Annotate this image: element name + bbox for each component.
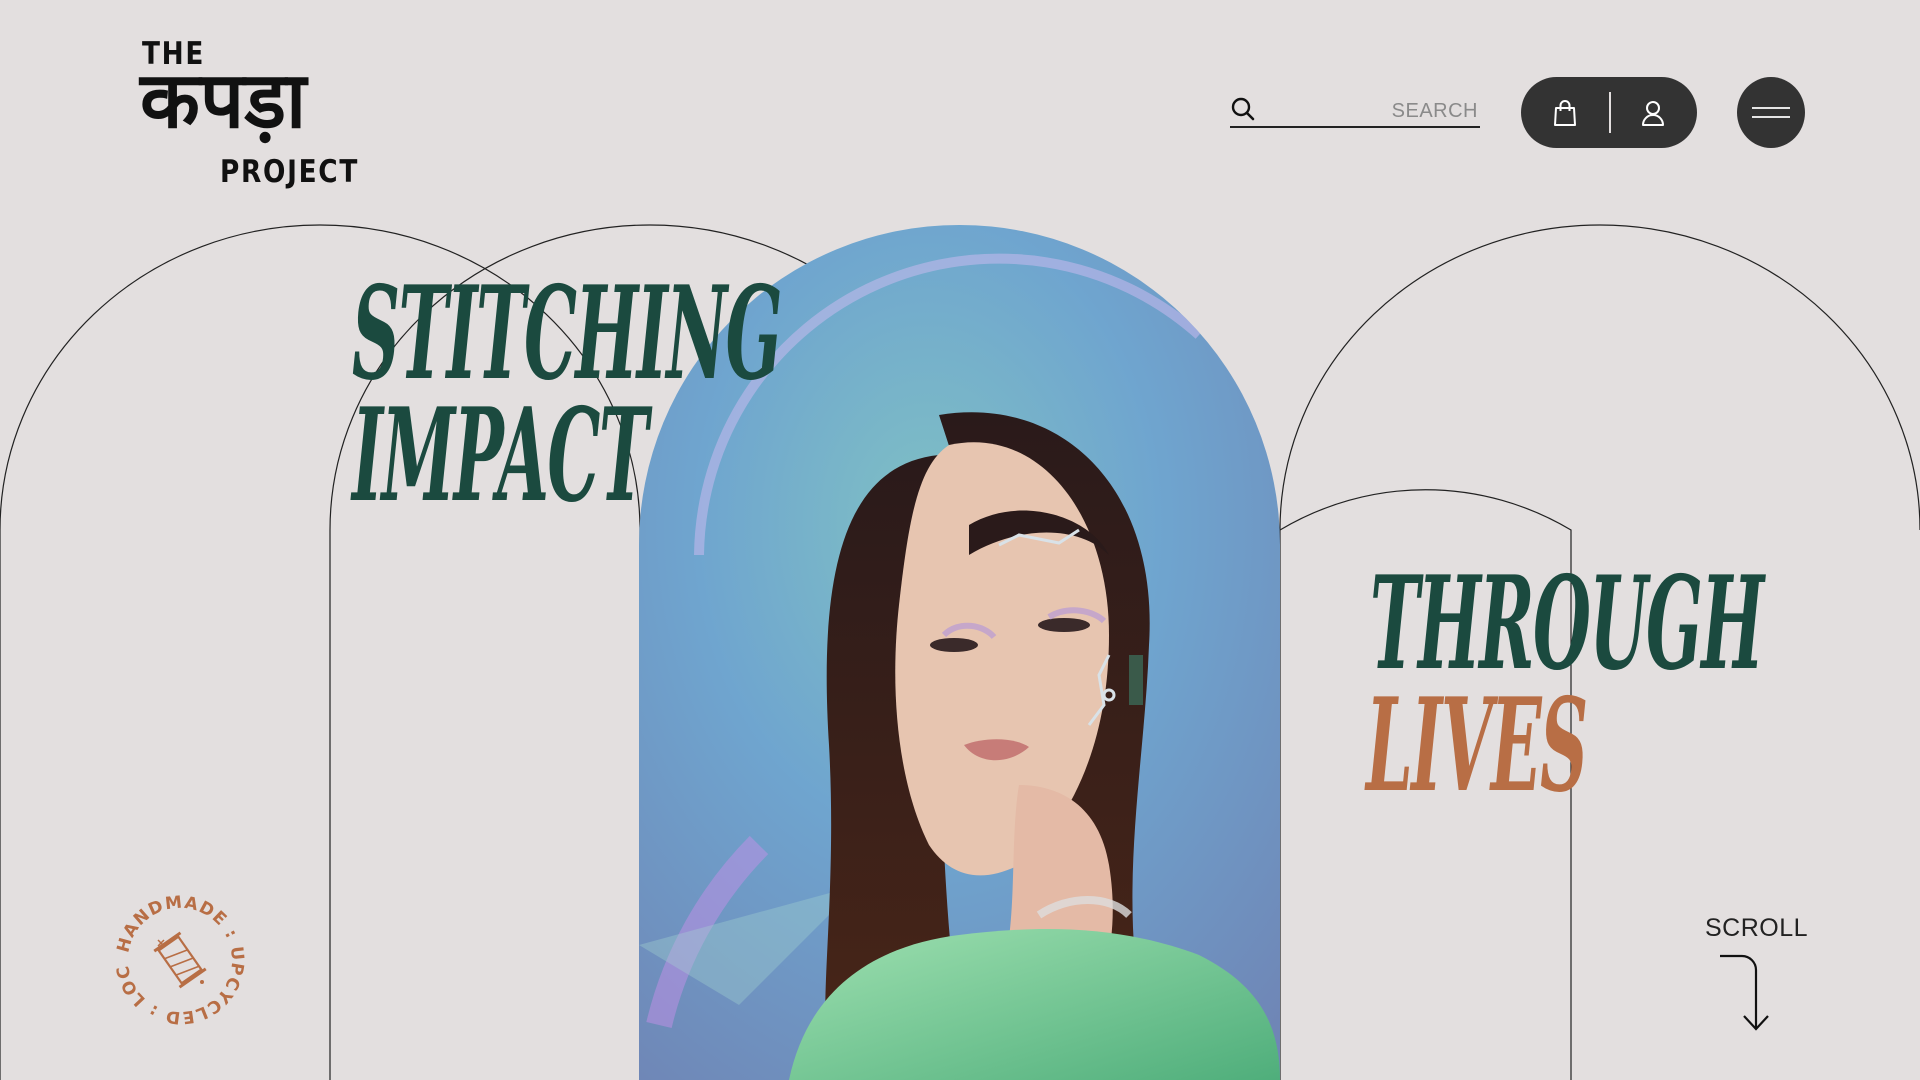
- headline-lives: LIVES: [1366, 671, 1588, 821]
- cart-button[interactable]: [1521, 77, 1609, 148]
- scroll-label[interactable]: SCROLL: [1705, 914, 1808, 943]
- svg-text:HANDMADE : UPCYCLED : LOCAL :: HANDMADE : UPCYCLED : LOCAL :: [110, 890, 247, 1027]
- menu-button[interactable]: [1737, 77, 1805, 148]
- badge-text: HANDMADE : UPCYCLED : LOCAL :: [110, 890, 246, 1027]
- headline-stitching: STITCHING: [352, 259, 782, 409]
- search-bar[interactable]: [1230, 94, 1480, 128]
- search-icon[interactable]: [1230, 96, 1256, 122]
- headline-through: THROUGH: [1370, 549, 1764, 699]
- logo-project: PROJECT: [220, 154, 360, 190]
- hamburger-menu-icon: [1752, 106, 1790, 118]
- shopping-bag-icon: [1554, 99, 1576, 126]
- search-input[interactable]: [1266, 98, 1480, 124]
- account-button[interactable]: [1609, 77, 1697, 148]
- brand-logo[interactable]: THE कपड़ा PROJECT: [140, 34, 360, 194]
- headline-impact: IMPACT: [352, 381, 648, 531]
- handmade-upcycled-local-badge: HANDMADE : UPCYCLED : LOCAL :: [110, 890, 247, 1027]
- arrow-down-icon[interactable]: [1718, 952, 1778, 1032]
- cart-account-group: [1521, 77, 1697, 148]
- user-icon: [1642, 100, 1664, 126]
- logo-hindi-word: कपड़ा: [140, 56, 307, 146]
